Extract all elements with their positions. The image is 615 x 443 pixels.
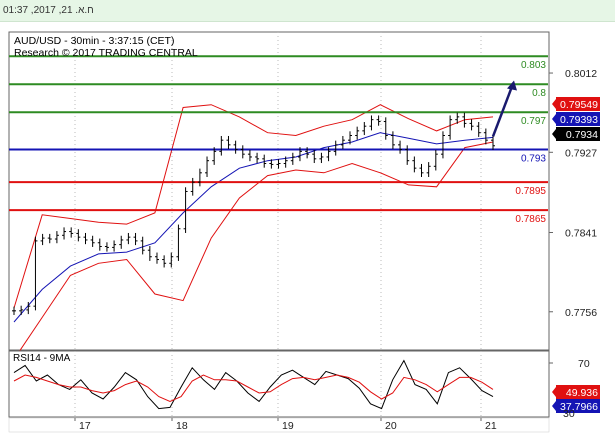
time-tick-label: 18	[176, 420, 188, 432]
price-tag-pointer	[552, 114, 556, 124]
price-tick-label: 0.7927	[565, 147, 597, 159]
rsi-tick-label: 70	[578, 358, 590, 370]
level-label: 0.803	[521, 60, 546, 71]
level-label: 0.797	[521, 116, 546, 127]
time-tick-label: 19	[282, 420, 294, 432]
price-tag-pointer	[552, 129, 556, 139]
price-tick-label: 0.8012	[565, 68, 597, 80]
main-panel	[8, 31, 550, 351]
price-tick-label: 0.7756	[565, 307, 597, 319]
price-tag-label: 0.79393	[560, 114, 598, 126]
rsi-tag-label: 30	[563, 408, 575, 420]
chart-title: AUD/USD - 30min - 3:37:15 (CET)	[14, 35, 174, 47]
level-label: 0.7865	[515, 214, 546, 225]
price-tick-label: 0.7841	[565, 227, 597, 239]
chart-subtitle: Research © 2017 TRADING CENTRAL	[14, 47, 198, 59]
time-tick-label: 17	[79, 420, 91, 432]
price-tags: 0.79549 0.79393 0.7934	[552, 97, 600, 141]
rsi-title: RSI14 - 9MA	[13, 353, 71, 364]
rsi-tag-pointer	[552, 401, 556, 411]
price-tag-label: 0.7934	[566, 129, 598, 141]
rsi-tag-label: 49.936	[566, 387, 598, 399]
level-label: 0.7895	[515, 186, 546, 197]
rsi-tag-pointer	[552, 387, 556, 397]
time-tick-label: 21	[485, 420, 497, 432]
rsi-panel	[8, 350, 550, 418]
rsi-value-tags: 49.93637.796630	[552, 385, 600, 420]
price-tag-pointer	[552, 99, 556, 109]
price-chart: 0.803 0.8 0.797 0.793 0.7895 0.7865 0.8012 0.7…	[8, 31, 600, 433]
time-tick-label: 20	[385, 420, 397, 432]
level-label: 0.793	[521, 154, 546, 165]
price-tag-label: 0.79549	[560, 99, 598, 111]
level-label: 0.8	[532, 88, 546, 99]
